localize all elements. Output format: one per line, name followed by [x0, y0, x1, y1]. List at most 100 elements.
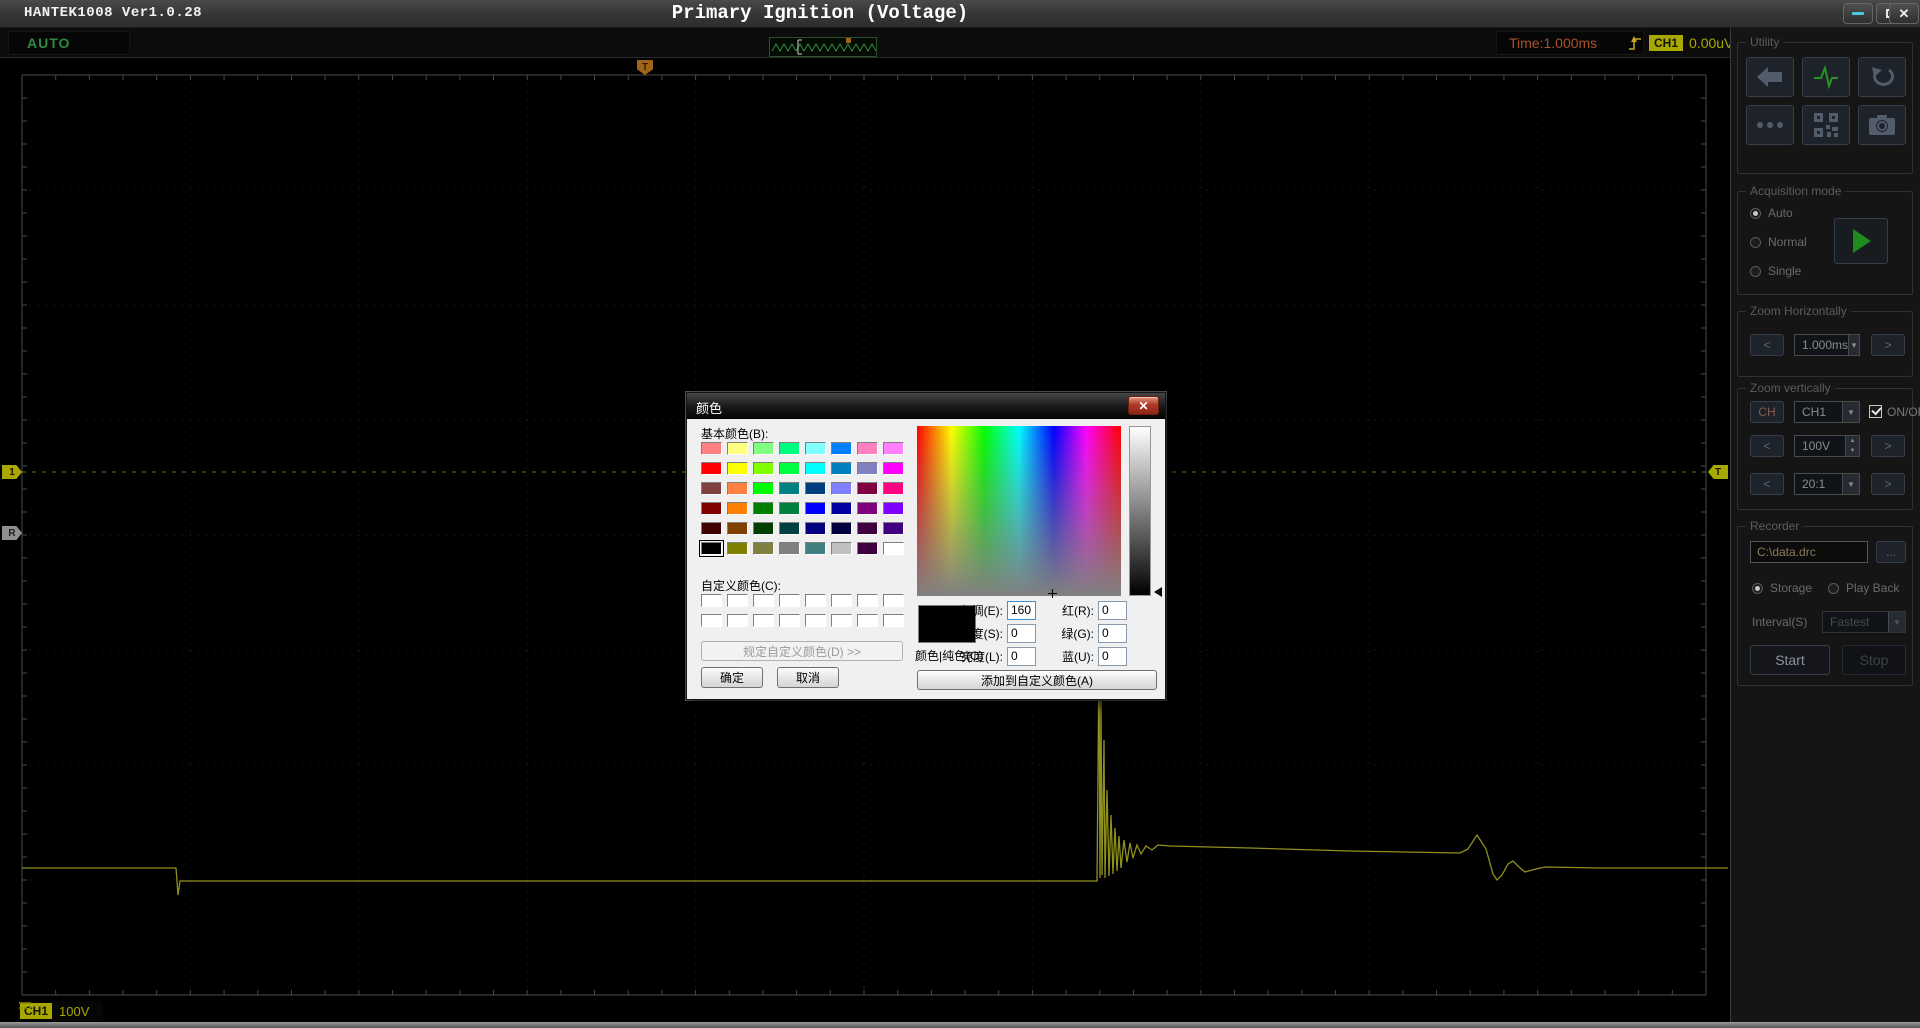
- custom-color-swatch[interactable]: [883, 594, 904, 607]
- basic-color-swatch[interactable]: [753, 522, 774, 535]
- add-custom-color-button[interactable]: 添加到自定义颜色(A): [917, 670, 1157, 690]
- basic-color-swatch[interactable]: [727, 502, 748, 515]
- minimize-button[interactable]: [1843, 3, 1873, 24]
- acquisition-normal-radio[interactable]: Normal: [1750, 235, 1807, 249]
- basic-color-swatch[interactable]: [831, 502, 852, 515]
- interval-select[interactable]: Fastest ▼: [1822, 611, 1906, 633]
- timebase-prev-button[interactable]: <: [1750, 334, 1784, 356]
- custom-color-swatch[interactable]: [701, 594, 722, 607]
- basic-color-swatch[interactable]: [753, 462, 774, 475]
- basic-color-swatch[interactable]: [779, 522, 800, 535]
- start-recording-button[interactable]: Start: [1750, 645, 1830, 675]
- basic-color-swatch[interactable]: [883, 442, 904, 455]
- basic-color-swatch[interactable]: [805, 482, 826, 495]
- basic-color-swatch[interactable]: [753, 502, 774, 515]
- green-input[interactable]: 0: [1098, 624, 1127, 643]
- basic-color-swatch[interactable]: [857, 522, 878, 535]
- storage-radio[interactable]: Storage: [1752, 581, 1812, 595]
- custom-color-swatch[interactable]: [831, 614, 852, 627]
- luminance-slider-arrow[interactable]: [1154, 587, 1162, 597]
- dialog-close-button[interactable]: ✕: [1128, 396, 1159, 415]
- acquisition-auto-radio[interactable]: Auto: [1750, 206, 1793, 220]
- self-calibration-button[interactable]: [1802, 57, 1850, 97]
- timebase-next-button[interactable]: >: [1871, 334, 1905, 356]
- channel-button[interactable]: CH: [1750, 401, 1784, 423]
- basic-color-swatch[interactable]: [831, 462, 852, 475]
- volts-prev-button[interactable]: <: [1750, 435, 1784, 457]
- spinner-arrows[interactable]: ▲▼: [1845, 436, 1859, 456]
- acquisition-single-radio[interactable]: Single: [1750, 264, 1801, 278]
- basic-color-swatch[interactable]: [857, 502, 878, 515]
- stop-recording-button[interactable]: Stop: [1842, 645, 1906, 675]
- basic-color-swatch[interactable]: [701, 462, 722, 475]
- volts-spinner[interactable]: 100V ▲▼: [1794, 435, 1860, 457]
- record-path-input[interactable]: C:\data.drc: [1750, 541, 1868, 563]
- custom-color-swatch[interactable]: [701, 614, 722, 627]
- custom-color-swatch[interactable]: [883, 614, 904, 627]
- basic-color-swatch[interactable]: [805, 542, 826, 555]
- cancel-button[interactable]: 取消: [777, 667, 839, 688]
- basic-color-swatch[interactable]: [701, 482, 722, 495]
- basic-color-swatch[interactable]: [779, 482, 800, 495]
- custom-color-swatch[interactable]: [753, 614, 774, 627]
- ok-button[interactable]: 确定: [701, 667, 763, 688]
- basic-color-swatch[interactable]: [831, 542, 852, 555]
- custom-color-swatch[interactable]: [857, 614, 878, 627]
- basic-color-swatch[interactable]: [883, 522, 904, 535]
- timebase-select[interactable]: 1.000ms ▼: [1794, 334, 1860, 356]
- waveform-preview[interactable]: [769, 37, 877, 57]
- basic-color-swatch[interactable]: [727, 442, 748, 455]
- volts-next-button[interactable]: >: [1871, 435, 1905, 457]
- basic-color-swatch[interactable]: [805, 502, 826, 515]
- basic-color-swatch[interactable]: [779, 442, 800, 455]
- saturation-input[interactable]: 0: [1007, 624, 1036, 643]
- basic-color-swatch[interactable]: [727, 462, 748, 475]
- screenshot-button[interactable]: [1858, 105, 1906, 145]
- qr-code-button[interactable]: [1802, 105, 1850, 145]
- basic-color-swatch[interactable]: [857, 442, 878, 455]
- basic-color-swatch[interactable]: [805, 462, 826, 475]
- close-button[interactable]: ✕: [1889, 3, 1919, 24]
- basic-color-swatch[interactable]: [701, 442, 722, 455]
- basic-color-swatch[interactable]: [883, 542, 904, 555]
- more-options-button[interactable]: [1746, 105, 1794, 145]
- basic-color-swatch[interactable]: [857, 542, 878, 555]
- channel-select[interactable]: CH1 ▼: [1794, 401, 1860, 423]
- basic-color-swatch[interactable]: [831, 482, 852, 495]
- basic-color-swatch[interactable]: [883, 462, 904, 475]
- basic-color-swatch[interactable]: [857, 482, 878, 495]
- basic-color-swatch[interactable]: [753, 482, 774, 495]
- blue-input[interactable]: 0: [1098, 647, 1127, 666]
- custom-color-swatch[interactable]: [753, 594, 774, 607]
- basic-color-swatch[interactable]: [701, 502, 722, 515]
- spin-down-icon[interactable]: ▼: [1846, 446, 1859, 456]
- basic-color-swatch[interactable]: [779, 542, 800, 555]
- probe-next-button[interactable]: >: [1871, 473, 1905, 495]
- custom-color-swatch[interactable]: [805, 594, 826, 607]
- basic-color-swatch[interactable]: [753, 442, 774, 455]
- define-custom-colors-button[interactable]: 规定自定义颜色(D) >>: [701, 641, 903, 661]
- basic-color-swatch[interactable]: [779, 462, 800, 475]
- run-button[interactable]: [1834, 218, 1888, 264]
- custom-color-swatch[interactable]: [727, 594, 748, 607]
- basic-color-swatch[interactable]: [753, 542, 774, 555]
- factory-reset-button[interactable]: [1858, 57, 1906, 97]
- browse-button[interactable]: ...: [1876, 541, 1906, 563]
- hue-input[interactable]: 160: [1007, 601, 1036, 620]
- hue-saturation-field[interactable]: [917, 426, 1121, 596]
- probe-ratio-select[interactable]: 20:1 ▼: [1794, 473, 1860, 495]
- spin-up-icon[interactable]: ▲: [1846, 436, 1859, 446]
- basic-color-swatch[interactable]: [727, 522, 748, 535]
- basic-color-swatch[interactable]: [805, 442, 826, 455]
- custom-color-swatch[interactable]: [831, 594, 852, 607]
- custom-color-swatch[interactable]: [727, 614, 748, 627]
- luminance-bar[interactable]: [1129, 426, 1151, 596]
- custom-color-swatch[interactable]: [779, 594, 800, 607]
- playback-radio[interactable]: Play Back: [1828, 581, 1899, 595]
- probe-prev-button[interactable]: <: [1750, 473, 1784, 495]
- basic-color-swatch[interactable]: [805, 522, 826, 535]
- channel-onoff-checkbox[interactable]: [1869, 405, 1882, 418]
- basic-color-swatch[interactable]: [727, 542, 748, 555]
- custom-color-swatch[interactable]: [779, 614, 800, 627]
- custom-color-swatch[interactable]: [857, 594, 878, 607]
